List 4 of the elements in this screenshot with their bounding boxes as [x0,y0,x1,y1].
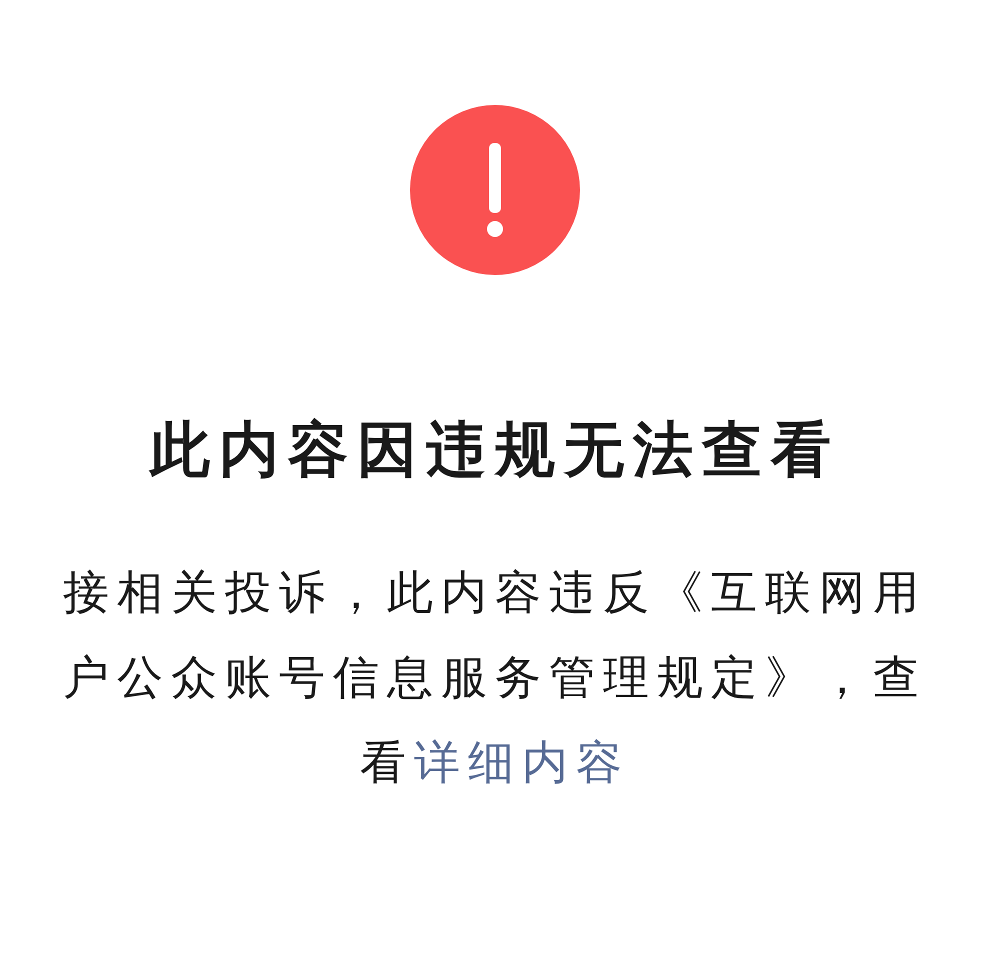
error-message: 接相关投诉，此内容违反《互联网用户公众账号信息服务管理规定》，查看 详细内容 [62,564,928,791]
warning-icon [410,105,580,275]
error-title: 此内容因违规无法查看 [150,414,840,487]
details-link[interactable]: 详细内容 [414,735,630,789]
